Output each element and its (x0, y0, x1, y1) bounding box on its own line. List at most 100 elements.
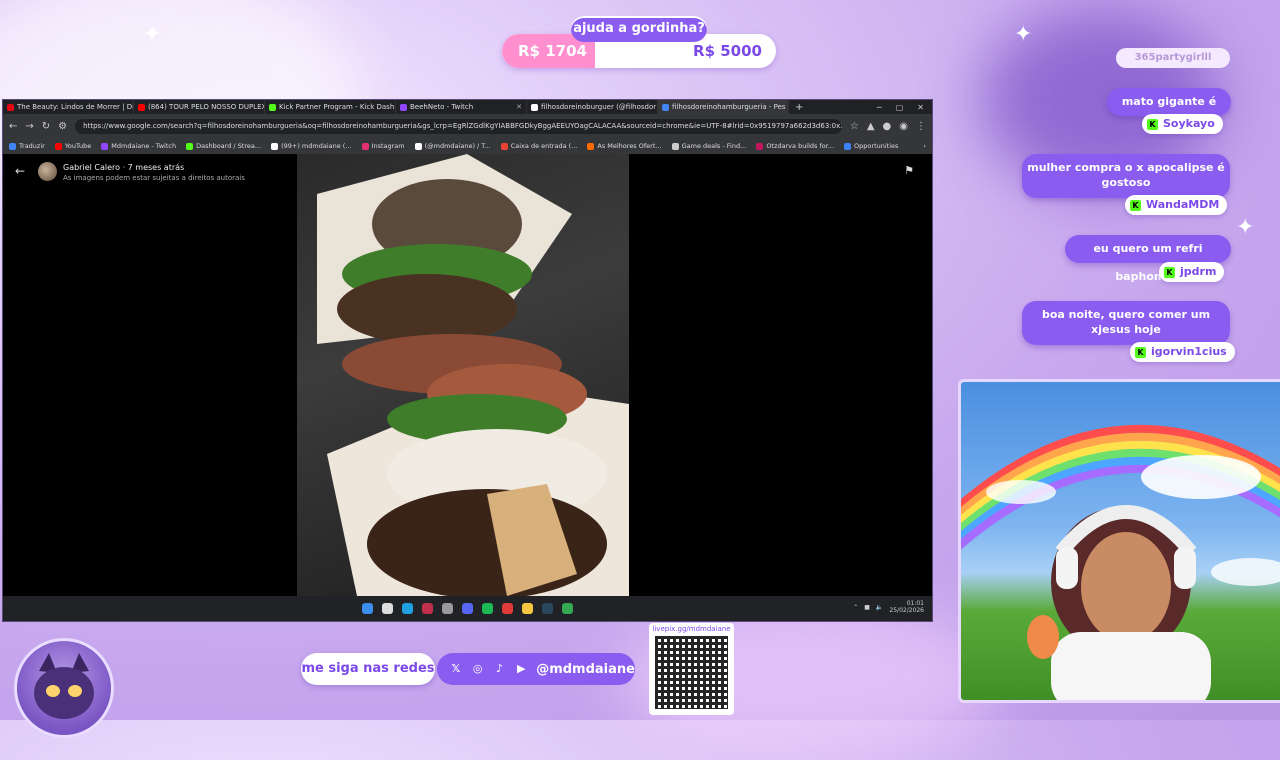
chat-message: boa noite, quero comer um xjesus hoje (1022, 301, 1230, 345)
spotify-icon[interactable] (482, 603, 493, 614)
windows-start-icon[interactable] (362, 603, 373, 614)
twitch-icon (400, 104, 407, 111)
instagram-icon (362, 143, 369, 150)
extension-icon[interactable]: ● (883, 121, 892, 132)
address-row: ← → ↻ ⚙ https://www.google.com/search?q=… (3, 114, 932, 138)
maximize-icon[interactable]: ▢ (896, 103, 904, 112)
bookmark-label: Dashboard / Strea... (196, 142, 261, 150)
bookmark[interactable]: Otzdarva builds for... (756, 142, 834, 150)
sparkle-icon: ✦ (1014, 22, 1032, 47)
twitch-icon (101, 143, 108, 150)
browser-tab[interactable]: Kick Partner Program - Kick Dash✕ (265, 100, 396, 114)
extension-icon[interactable]: ▲ (867, 121, 875, 132)
kick-icon: K (1135, 347, 1146, 358)
profile-icon[interactable]: ◉ (899, 121, 908, 132)
minimize-icon[interactable]: ─ (877, 103, 882, 112)
flag-icon[interactable]: ⚑ (904, 164, 914, 177)
tab-label: filhosdoreinoburguer (@filhosdor (541, 103, 656, 111)
youtube-icon (55, 143, 62, 150)
browser-tab[interactable]: The Beauty: Lindos de Morrer | Dis✕ (3, 100, 134, 114)
bookmark[interactable]: Traduzir (9, 142, 45, 150)
browser-tab-active[interactable]: filhosdoreinohamburgueria - Pes✕ (658, 100, 789, 114)
forward-icon[interactable]: → (25, 121, 33, 132)
bookmark-label: Instagram (372, 142, 405, 150)
app-icon[interactable] (422, 603, 433, 614)
bookmark[interactable]: (99+) mdmdaiane (... (271, 142, 351, 150)
clock[interactable]: 01:01 25/02/2026 (889, 600, 924, 614)
chat-username-badge: K WandaMDM (1125, 195, 1227, 215)
steam-icon[interactable] (542, 603, 553, 614)
window-controls: ─ ▢ ✕ (877, 103, 932, 112)
bookmark[interactable]: (@mdmdaiane) / T... (415, 142, 491, 150)
kick-icon: K (1164, 267, 1175, 278)
chat-message: mulher compra o x apocalipse é gostoso (1022, 154, 1230, 198)
browser-tab[interactable]: filhosdoreinoburguer (@filhosdor✕ (527, 100, 658, 114)
close-icon[interactable]: ✕ (516, 103, 522, 111)
bookmark[interactable]: Game deals - Find... (672, 142, 747, 150)
chat-message: mato gigante é essa (1107, 88, 1231, 116)
browser-tab[interactable]: (864) TOUR PELO NOSSO DUPLEX✕ (134, 100, 265, 114)
bookmark-label: Caixa de entrada (... (511, 142, 578, 150)
tray-icon[interactable]: ■ (864, 604, 870, 611)
close-icon[interactable]: ✕ (917, 103, 924, 112)
reload-icon[interactable]: ↻ (42, 121, 50, 132)
author-avatar (38, 162, 57, 181)
kick-icon: K (1147, 119, 1158, 130)
back-arrow-icon[interactable]: ← (15, 164, 25, 178)
app-icon[interactable] (502, 603, 513, 614)
social-links: 𝕏 ◎ ♪ ▶ @mdmdaiane (437, 653, 635, 685)
qr-label: livepix.gg/mdmdaiane (649, 625, 734, 633)
tab-label: The Beauty: Lindos de Morrer | Dis (17, 103, 134, 111)
task-view-icon[interactable] (382, 603, 393, 614)
bookmark[interactable]: As Melhores Ofert... (587, 142, 661, 150)
tiktok-icon[interactable]: ♪ (493, 662, 507, 676)
clock-date: 25/02/2026 (889, 607, 924, 614)
x-icon (415, 143, 422, 150)
bookmark-label: (@mdmdaiane) / T... (425, 142, 491, 150)
windows-taskbar: ⌃ ■ 🔈 01:01 25/02/2026 (3, 596, 932, 621)
image-viewer: ← Gabriel Calero · 7 meses atrás As imag… (3, 154, 932, 596)
menu-icon[interactable]: ⋮ (916, 121, 926, 132)
chevron-right-icon[interactable]: › (923, 142, 926, 150)
chat-username-badge: K jpdrm (1159, 262, 1224, 282)
google-icon (662, 104, 669, 111)
address-bar[interactable]: https://www.google.com/search?q=filhosdo… (75, 119, 842, 134)
youtube-icon (138, 104, 145, 111)
bookmark[interactable]: YouTube (55, 142, 91, 150)
goal-title: ajuda a gordinha? (571, 16, 707, 42)
edge-icon[interactable] (402, 603, 413, 614)
copyright-notice: As imagens podem estar sujeitas a direit… (63, 174, 245, 182)
bookmark-label: Game deals - Find... (682, 142, 747, 150)
app-icon[interactable] (442, 603, 453, 614)
star-icon[interactable]: ☆ (850, 121, 859, 132)
youtube-icon[interactable]: ▶ (514, 662, 528, 676)
bookmark[interactable]: Dashboard / Strea... (186, 142, 261, 150)
browser-window: The Beauty: Lindos de Morrer | Dis✕ (864… (2, 99, 933, 622)
volume-icon[interactable]: 🔈 (876, 604, 883, 611)
chrome-icon[interactable] (562, 603, 573, 614)
x-icon[interactable]: 𝕏 (449, 662, 463, 676)
mascot-avatar (14, 638, 114, 738)
chevron-up-icon[interactable]: ⌃ (853, 604, 858, 611)
instagram-icon[interactable]: ◎ (471, 662, 485, 676)
back-icon[interactable]: ← (9, 121, 17, 132)
tiktok-icon (271, 143, 278, 150)
burger-photo (297, 154, 629, 596)
tab-bar: The Beauty: Lindos de Morrer | Dis✕ (864… (3, 100, 932, 114)
browser-tab[interactable]: BeehNeto - Twitch✕ (396, 100, 527, 114)
new-tab-button[interactable]: + (789, 102, 809, 113)
site-info-icon[interactable]: ⚙ (58, 121, 67, 132)
folder-icon[interactable] (522, 603, 533, 614)
clock-time: 01:01 (907, 600, 924, 607)
bookmark[interactable]: Mdmdaiane - Twitch (101, 142, 176, 150)
chat-message-text: boa noite, quero comer um xjesus hoje (1042, 308, 1210, 336)
social-label: me siga nas redes (301, 653, 435, 685)
bookmark[interactable]: Instagram (362, 142, 405, 150)
author-line: Gabriel Calero · 7 meses atrás (63, 163, 184, 172)
bookmark[interactable]: Caixa de entrada (... (501, 142, 578, 150)
qr-code-card: livepix.gg/mdmdaiane (649, 623, 734, 715)
system-tray: ⌃ ■ 🔈 01:01 25/02/2026 (853, 600, 924, 614)
discord-icon[interactable] (462, 603, 473, 614)
bookmark-label: Traduzir (19, 142, 45, 150)
bookmark[interactable]: Opportunities (844, 142, 898, 150)
